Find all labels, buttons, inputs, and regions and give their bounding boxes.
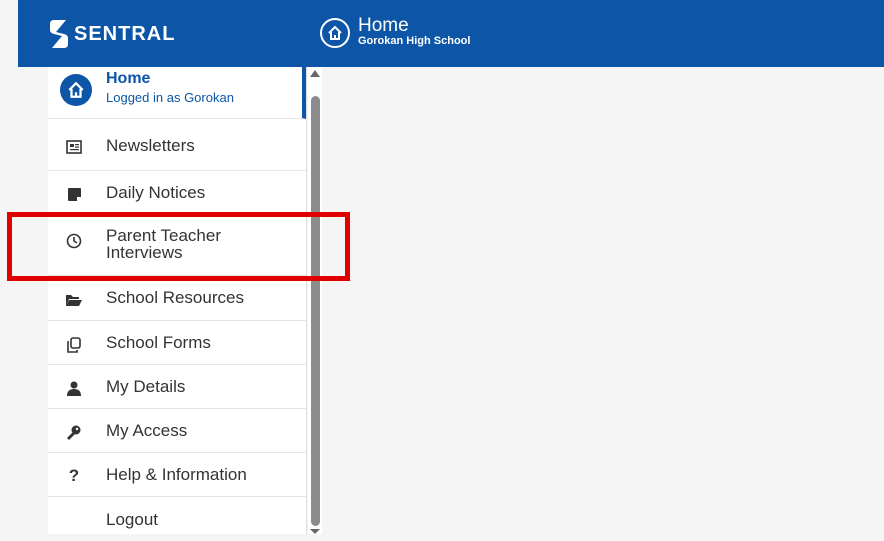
annotation-highlight-box: [7, 212, 350, 281]
scroll-up-arrow[interactable]: [310, 70, 320, 77]
sidebar: Home Logged in as Gorokan Newsletters Da…: [48, 67, 307, 534]
folder-open-icon: [64, 290, 84, 310]
sidebar-item-my-details[interactable]: My Details: [48, 365, 306, 409]
sidebar-item-label: Logout: [106, 510, 158, 529]
sidebar-item-logout[interactable]: Logout: [48, 497, 306, 541]
sticky-note-icon: [64, 184, 84, 204]
main-content: [322, 67, 884, 534]
sidebar-item-label: Newsletters: [106, 136, 195, 155]
question-icon: ?: [68, 466, 80, 485]
scroll-down-arrow[interactable]: [310, 529, 320, 534]
copy-icon: [64, 335, 84, 355]
sidebar-item-home-title: Home: [106, 70, 151, 87]
home-icon: [60, 74, 92, 106]
sidebar-item-daily-notices[interactable]: Daily Notices: [48, 171, 306, 215]
sidebar-item-label: School Forms: [106, 333, 211, 352]
sidebar-item-help[interactable]: ? Help & Information: [48, 453, 306, 497]
user-icon: [64, 378, 84, 398]
key-icon: [64, 422, 84, 442]
sidebar-item-label: Help & Information: [106, 465, 247, 484]
home-icon: [320, 17, 350, 48]
sidebar-item-label: My Access: [106, 421, 188, 440]
sentral-s-icon: [50, 20, 68, 48]
brand-name: SENTRAL: [74, 22, 176, 45]
sentral-logo[interactable]: SENTRAL: [48, 19, 175, 49]
sidebar-item-newsletters[interactable]: Newsletters: [48, 119, 306, 171]
sidebar-item-school-forms[interactable]: School Forms: [48, 321, 306, 365]
newspaper-icon: [64, 137, 84, 157]
sidebar-item-label: Daily Notices: [106, 183, 206, 202]
scrollbar-thumb[interactable]: [311, 96, 320, 526]
logged-in-status: Logged in as Gorokan: [106, 90, 234, 105]
sidebar-item-label: School Resources: [106, 288, 244, 307]
sidebar-item-school-resources[interactable]: School Resources: [48, 276, 306, 321]
page-title: Home: [358, 15, 409, 36]
school-name: Gorokan High School: [358, 35, 471, 47]
sidebar-item-my-access[interactable]: My Access: [48, 409, 306, 453]
sidebar-item-label: My Details: [106, 377, 186, 396]
page-header: Home Gorokan High School: [320, 15, 471, 48]
sidebar-item-home[interactable]: Home Logged in as Gorokan: [48, 67, 306, 119]
